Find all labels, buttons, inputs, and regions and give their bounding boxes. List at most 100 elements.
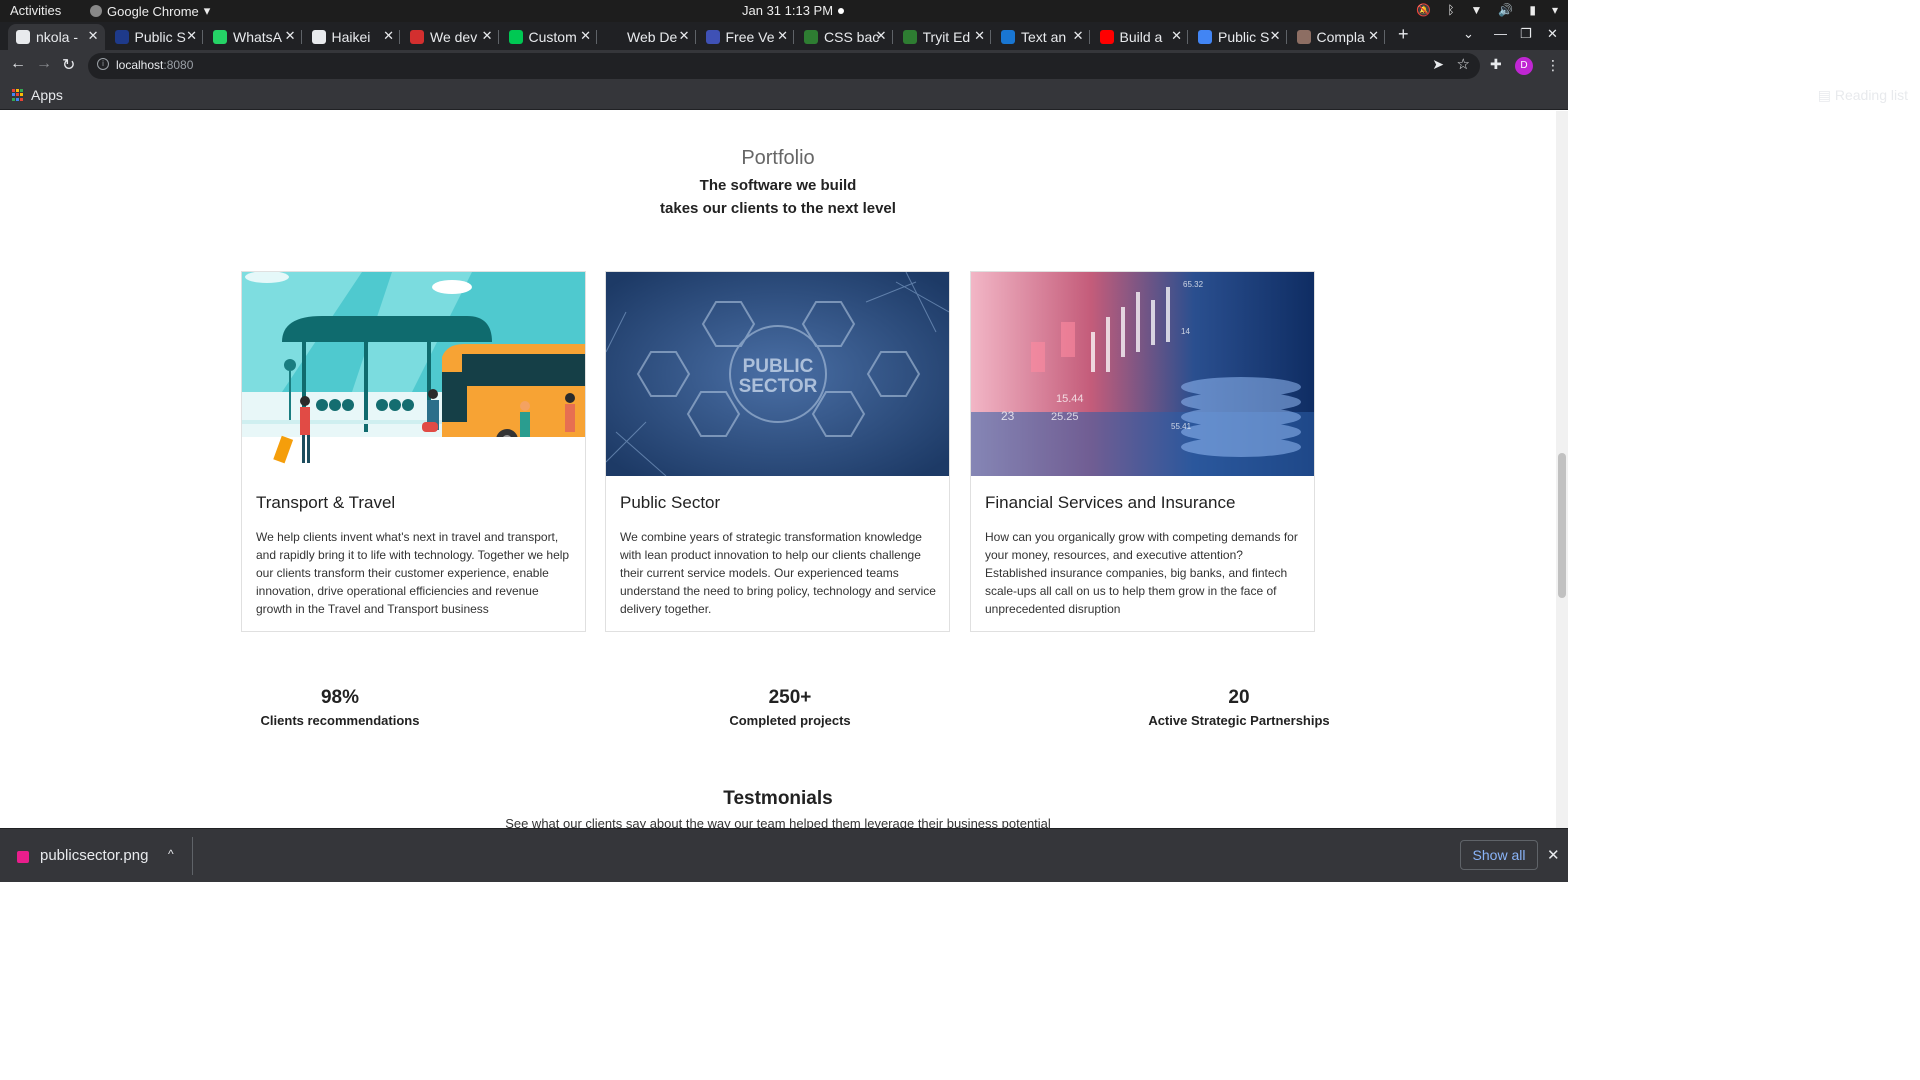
tab-label: Build a bbox=[1119, 29, 1163, 45]
tab-separator bbox=[300, 30, 302, 44]
reload-icon[interactable]: ↻ bbox=[62, 55, 75, 75]
section-heading: The software we build takes our clients … bbox=[660, 177, 896, 217]
tab-close-icon[interactable]: ✕ bbox=[383, 28, 394, 44]
forward-arrow-icon[interactable]: → bbox=[36, 55, 52, 73]
back-arrow-icon[interactable]: ← bbox=[10, 55, 26, 73]
reading-list-icon: ▤ bbox=[1817, 87, 1835, 103]
tab-3[interactable]: Haikei ✕ bbox=[304, 24, 400, 50]
tab-favicon-icon bbox=[213, 30, 227, 44]
app-menu[interactable]: Google Chrome ▾ bbox=[90, 3, 210, 19]
app-name: Google Chrome bbox=[107, 3, 199, 19]
url-text[interactable]: localhost:8080 bbox=[116, 58, 193, 72]
portfolio-card-financial[interactable]: 65.32 15.44 23 25.25 55.41 14 Financial … bbox=[970, 271, 1315, 632]
scrollbar-thumb[interactable] bbox=[1558, 453, 1566, 598]
chrome-icon bbox=[90, 5, 102, 17]
tab-separator bbox=[202, 30, 203, 44]
restore-button[interactable]: ❐ bbox=[1520, 26, 1532, 42]
tab-close-icon[interactable]: ✕ bbox=[1171, 28, 1182, 44]
battery-icon: ▮ bbox=[1529, 3, 1536, 17]
page-content: Portfolio The software we build takes ou… bbox=[0, 111, 1556, 828]
tab-label: Compla bbox=[1316, 29, 1365, 45]
tab-close-icon[interactable]: ✕ bbox=[777, 28, 788, 44]
menu-kebab-icon[interactable]: ⋮ bbox=[1546, 57, 1560, 74]
tab-favicon-icon bbox=[1296, 30, 1311, 44]
card-title: Public Sector bbox=[620, 493, 721, 512]
card-body: We help clients invent what's next in tr… bbox=[256, 530, 570, 616]
apps-bookmark[interactable]: Apps bbox=[31, 87, 63, 103]
close-shelf-icon[interactable]: ✕ bbox=[1547, 846, 1560, 864]
apps-grid-icon[interactable] bbox=[12, 89, 24, 101]
svg-text:14: 14 bbox=[1181, 327, 1190, 336]
tab-close-icon[interactable]: ✕ bbox=[580, 28, 591, 44]
tab-13[interactable]: Compla ✕ bbox=[1289, 24, 1385, 50]
tab-close-icon[interactable]: ✕ bbox=[88, 28, 99, 44]
card-body: We combine years of strategic transforma… bbox=[620, 530, 936, 616]
tab-8[interactable]: CSS bac ✕ bbox=[796, 24, 893, 50]
tab-close-icon[interactable]: ✕ bbox=[876, 28, 887, 44]
chevron-up-icon[interactable]: ^ bbox=[168, 847, 174, 861]
minimize-button[interactable]: — bbox=[1494, 26, 1507, 41]
portfolio-card-transport[interactable]: Transport & Travel We help clients inven… bbox=[241, 271, 586, 632]
tab-close-icon[interactable]: ✕ bbox=[1270, 28, 1281, 44]
extensions-puzzle-icon[interactable]: ✚ bbox=[1490, 56, 1502, 73]
address-bar[interactable]: i localhost:8080 ➤ ☆ bbox=[88, 53, 1480, 79]
stat-label: Completed projects bbox=[729, 713, 851, 728]
clock[interactable]: Jan 31 1:13 PM bbox=[742, 3, 833, 18]
tab-favicon-icon bbox=[311, 30, 326, 44]
tab-close-icon[interactable]: ✕ bbox=[285, 28, 296, 44]
tab-7[interactable]: Free Ve ✕ bbox=[698, 24, 794, 50]
tab-2[interactable]: WhatsA ✕ bbox=[205, 24, 302, 50]
tab-search-icon[interactable]: ⌄ bbox=[1463, 26, 1474, 42]
tab-favicon-icon bbox=[705, 30, 720, 44]
reading-list-button[interactable]: ▤ Reading list bbox=[1818, 87, 1908, 104]
tab-separator bbox=[793, 30, 794, 44]
tab-label: Haikei bbox=[331, 29, 371, 45]
tab-close-icon[interactable]: ✕ bbox=[186, 28, 197, 44]
download-item[interactable]: publicsector.png bbox=[40, 847, 148, 864]
bluetooth-icon: ᛒ bbox=[1447, 3, 1455, 17]
tab-label: WhatsA bbox=[233, 29, 283, 45]
send-tab-icon[interactable]: ➤ bbox=[1432, 56, 1444, 73]
card-body: How can you organically grow with compet… bbox=[985, 530, 1298, 616]
tab-separator bbox=[1285, 30, 1287, 44]
tab-close-icon[interactable]: ✕ bbox=[974, 28, 985, 44]
profile-avatar[interactable]: D bbox=[1515, 57, 1533, 75]
chevron-down-icon: ▾ bbox=[203, 3, 211, 18]
tab-0[interactable]: nkola - ✕ bbox=[8, 24, 105, 50]
tab-close-icon[interactable]: ✕ bbox=[1368, 28, 1379, 44]
tab-12[interactable]: Public S ✕ bbox=[1190, 24, 1287, 50]
notification-dot-icon bbox=[838, 8, 844, 14]
bookmark-star-icon[interactable]: ☆ bbox=[1457, 55, 1470, 73]
tab-label: CSS bac bbox=[824, 29, 880, 45]
tab-strip: nkola - ✕ Public S ✕ WhatsA ✕ Haikei ✕ We dev ✕ Cu… bbox=[0, 22, 1568, 50]
tab-favicon-icon bbox=[804, 30, 818, 44]
system-tray[interactable]: 🔕 ᛒ ▼ 🔊 ▮ ▾ bbox=[1416, 3, 1558, 17]
tab-1[interactable]: Public S ✕ bbox=[107, 24, 203, 50]
tab-close-icon[interactable]: ✕ bbox=[482, 28, 493, 44]
tab-close-icon[interactable]: ✕ bbox=[679, 28, 690, 44]
show-all-button[interactable]: Show all bbox=[1460, 840, 1538, 870]
portfolio-card-public-sector[interactable]: PUBLIC SECTOR Public Sector We combine y… bbox=[605, 271, 950, 632]
tab-5[interactable]: Custom ✕ bbox=[501, 24, 597, 50]
tab-10[interactable]: Text an ✕ bbox=[993, 24, 1090, 50]
stat-value: 20 bbox=[1228, 687, 1250, 708]
site-info-icon[interactable]: i bbox=[97, 58, 109, 70]
new-tab-button[interactable]: + bbox=[1398, 24, 1409, 45]
svg-text:25.25: 25.25 bbox=[1051, 411, 1079, 423]
close-window-button[interactable]: ✕ bbox=[1547, 26, 1558, 42]
download-shelf: publicsector.png ^ Show all ✕ bbox=[0, 828, 1568, 882]
page-scrollbar[interactable] bbox=[1556, 111, 1568, 828]
tab-favicon-icon bbox=[114, 30, 129, 44]
tab-4[interactable]: We dev ✕ bbox=[402, 24, 499, 50]
tab-label: nkola - bbox=[36, 29, 79, 45]
tab-close-icon[interactable]: ✕ bbox=[1073, 28, 1084, 44]
tab-separator bbox=[694, 30, 696, 44]
tab-favicon-icon bbox=[1198, 30, 1212, 44]
tab-favicon-icon bbox=[508, 30, 523, 44]
activities-button[interactable]: Activities bbox=[10, 3, 61, 18]
card-title: Transport & Travel bbox=[256, 493, 396, 512]
tab-9[interactable]: Tryit Ed ✕ bbox=[895, 24, 991, 50]
tab-6[interactable]: Web De ✕ bbox=[599, 24, 696, 50]
tab-11[interactable]: Build a ✕ bbox=[1092, 24, 1188, 50]
stat-value: 250+ bbox=[768, 687, 812, 708]
